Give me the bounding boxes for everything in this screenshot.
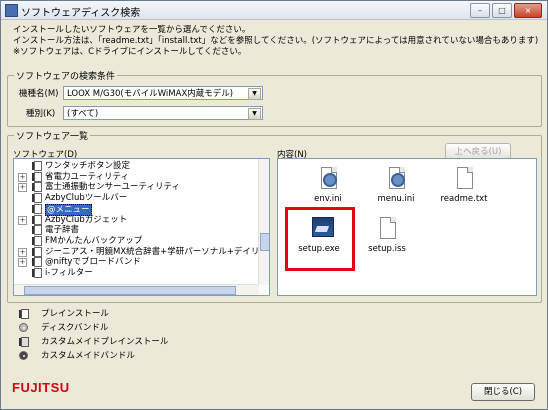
legend-label: カスタムメイドプレインストール xyxy=(41,337,169,347)
file-item[interactable]: menu.ini xyxy=(366,167,426,204)
software-list-legend: ソフトウェア一覧 xyxy=(14,129,91,142)
expand-toggle-icon[interactable]: + xyxy=(18,183,27,193)
software-disc-search-window: ソフトウェアディスク検索 – □ × インストールしたいソフトウェアを一覧から選… xyxy=(0,0,548,410)
expand-toggle-icon[interactable]: + xyxy=(18,172,27,182)
instruction-line: インストールしたいソフトウェアを一覧から選んでください。 xyxy=(13,25,251,35)
software-tree[interactable]: i-フィルター + @niftyでブロードバンド + ジーニアス・明鏡MX統合辞書+学研… xyxy=(13,158,270,296)
tree-item-label: i-フィルター xyxy=(45,268,93,278)
preinstall-icon xyxy=(32,161,42,171)
tree-item-label: FMかんたんバックアップ xyxy=(45,235,143,246)
model-select-value: LOOX M/G30(モバイルWiMAX内蔵モデル) xyxy=(67,89,234,99)
custom-bundle-icon xyxy=(19,351,28,360)
file-item[interactable]: setup.iss xyxy=(357,217,417,254)
type-label: 種別(K) xyxy=(26,109,56,119)
disc-bundle-icon xyxy=(19,323,28,332)
preinstall-icon xyxy=(32,203,42,214)
title-bar[interactable]: ソフトウェアディスク検索 – □ × xyxy=(1,1,547,20)
expand-toggle-icon[interactable]: + xyxy=(18,215,27,225)
tree-item-label: @niftyでブロードバンド xyxy=(45,257,141,268)
expand-toggle-icon[interactable]: + xyxy=(18,247,27,257)
tree-item-label: ジーニアス・明鏡MX統合辞書+学研パーソナル+デイリー xyxy=(45,246,268,257)
instructions: インストールしたいソフトウェアを一覧から選んでください。 インストール方法は、「… xyxy=(13,25,538,58)
setup-exe-highlight xyxy=(285,207,355,271)
close-window-button[interactable]: × xyxy=(514,3,542,18)
legend-label: ディスクバンドル xyxy=(41,323,109,333)
preinstall-icon xyxy=(32,193,42,204)
close-button[interactable]: 閉じる(C) xyxy=(471,383,535,401)
tree-item-label: @メニュー xyxy=(45,203,92,216)
expand-toggle-icon[interactable]: + xyxy=(18,258,27,268)
preinstall-icon xyxy=(32,171,42,182)
file-name: menu.ini xyxy=(377,194,415,204)
preinstall-icon xyxy=(32,246,42,257)
model-label: 機種名(M) xyxy=(19,89,59,99)
chevron-down-icon[interactable]: ▼ xyxy=(248,88,261,100)
preinstall-icon xyxy=(32,182,42,193)
legend-label: プレインストール xyxy=(41,309,109,319)
file-name: readme.txt xyxy=(440,194,488,204)
tree-item-label: ワンタッチボタン設定 xyxy=(45,161,131,171)
minimize-button[interactable]: – xyxy=(470,3,490,18)
file-name: setup.iss xyxy=(368,244,406,254)
tree-item-label: 電子辞書 xyxy=(45,225,80,236)
settings-file-icon xyxy=(317,167,339,191)
fujitsu-logo: FUJITSU xyxy=(12,380,70,395)
app-icon xyxy=(5,4,18,17)
maximize-button[interactable]: □ xyxy=(492,3,512,18)
instruction-line: ※ソフトウェアは、Cドライブにインストールしてください。 xyxy=(13,47,247,57)
preinstall-icon xyxy=(32,235,42,246)
chevron-down-icon[interactable]: ▼ xyxy=(248,108,261,120)
type-select-value: (すべて) xyxy=(67,109,99,119)
scrollbar-thumb[interactable] xyxy=(24,286,236,295)
custom-preinstall-icon xyxy=(19,337,29,347)
preinstall-icon xyxy=(19,309,29,319)
window-title: ソフトウェアディスク検索 xyxy=(21,8,141,19)
scrollbar-thumb[interactable] xyxy=(260,233,269,251)
tree-item-label: AzbyClubガジェット xyxy=(45,214,128,225)
preinstall-icon xyxy=(32,268,42,278)
file-item[interactable]: readme.txt xyxy=(434,167,494,204)
tree-item-label: AzbyClubツールバー xyxy=(45,193,128,204)
file-item[interactable]: env.ini xyxy=(298,167,358,204)
file-name: env.ini xyxy=(314,194,342,204)
legend-label: カスタムメイドバンドル xyxy=(41,351,135,361)
instruction-line: インストール方法は、「readme.txt」「install.txt」などを参照… xyxy=(13,36,539,46)
preinstall-icon xyxy=(32,225,42,236)
tree-item-label: 省電力ユーティリティ xyxy=(45,171,129,182)
preinstall-icon xyxy=(32,257,42,268)
type-select[interactable]: (すべて) ▼ xyxy=(63,106,263,120)
blank-file-icon xyxy=(376,217,398,241)
settings-file-icon xyxy=(385,167,407,191)
model-select[interactable]: LOOX M/G30(モバイルWiMAX内蔵モデル) ▼ xyxy=(63,86,263,100)
tree-horizontal-scrollbar[interactable] xyxy=(14,284,259,295)
text-file-icon xyxy=(453,167,475,191)
tree-vertical-scrollbar[interactable] xyxy=(258,159,269,285)
preinstall-icon xyxy=(32,214,42,225)
tree-item-label: 富士通振動センサーユーティリティ xyxy=(45,182,180,193)
search-conditions-legend: ソフトウェアの検索条件 xyxy=(14,69,118,82)
